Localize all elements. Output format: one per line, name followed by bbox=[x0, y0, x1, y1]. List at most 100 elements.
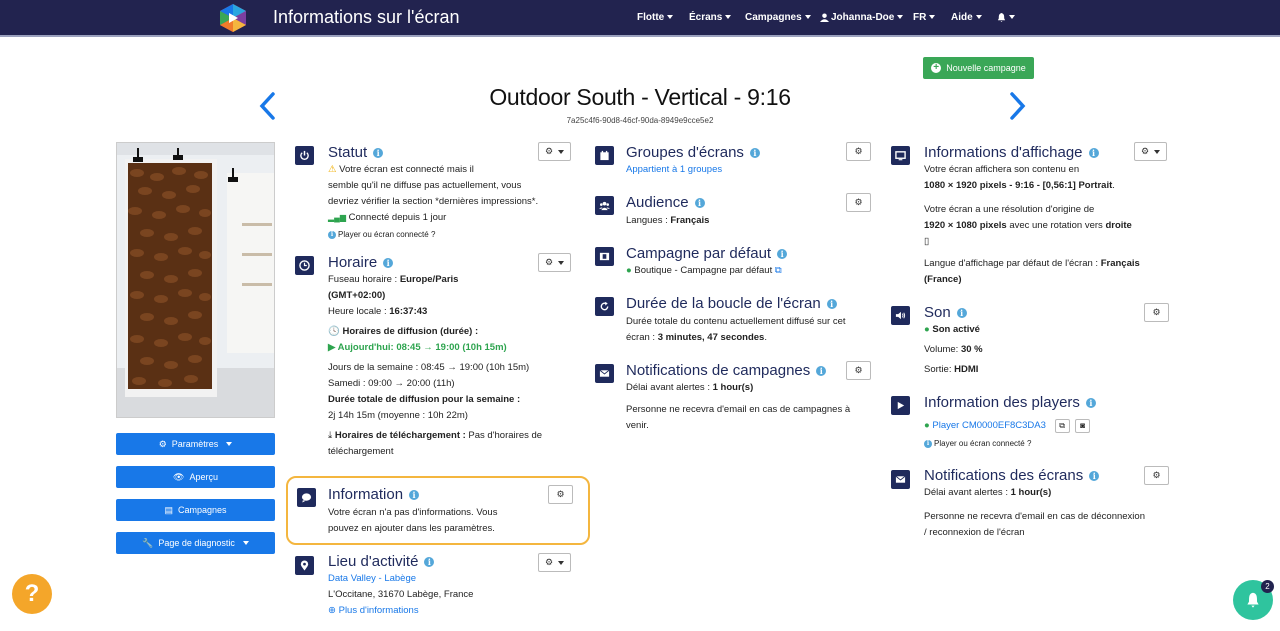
screen-name: Outdoor South - Vertical - 9:16 bbox=[489, 84, 791, 110]
gears-icon: ⚙ bbox=[556, 489, 565, 499]
nav-campaigns[interactable]: Campagnes bbox=[745, 12, 811, 23]
info-icon[interactable]: i bbox=[373, 148, 384, 159]
display-details: Votre écran affichera son contenu en 108… bbox=[924, 162, 1174, 288]
gears-icon: ⚙ bbox=[1140, 146, 1150, 156]
nav-notifications[interactable] bbox=[997, 12, 1015, 23]
info-icon[interactable]: i bbox=[749, 148, 760, 159]
chevron-down-icon bbox=[897, 15, 904, 20]
info-icon[interactable]: i bbox=[816, 366, 827, 377]
next-screen-arrow[interactable] bbox=[1005, 88, 1029, 124]
connection-status: Connecté depuis 1 jour bbox=[348, 212, 447, 223]
nav-screens[interactable]: Écrans bbox=[689, 12, 732, 23]
film-icon bbox=[595, 247, 614, 266]
chat-icon bbox=[297, 488, 316, 507]
notif-screens-settings-button[interactable]: ⚙ bbox=[1144, 466, 1169, 485]
groupes-title: Groupes d'écrans i bbox=[626, 144, 760, 161]
chevron-down-icon bbox=[242, 541, 249, 545]
settings-button[interactable]: ⚙ Paramètres bbox=[116, 433, 275, 455]
notif-campaigns-settings-button[interactable]: ⚙ bbox=[846, 361, 871, 380]
gears-icon: ⚙ bbox=[544, 257, 554, 267]
gears-icon: ⚙ bbox=[854, 365, 863, 375]
copy-icon[interactable]: ⧉ bbox=[1054, 419, 1070, 433]
audience-settings-button[interactable]: ⚙ bbox=[846, 193, 871, 212]
info-icon: i bbox=[924, 439, 932, 448]
status-dot-icon: ● bbox=[924, 420, 930, 431]
new-campaign-button[interactable]: + Nouvelle campagne bbox=[923, 57, 1034, 79]
information-settings-button[interactable]: ⚙ bbox=[548, 485, 573, 504]
notif-campaigns-title: Notifications de campagnes i bbox=[626, 362, 827, 379]
chevron-down-icon bbox=[558, 560, 565, 565]
envelope-icon bbox=[595, 364, 614, 383]
screen-uuid: 7a25c4f6-90d8-46cf-90da-8949e9cce5e2 bbox=[566, 116, 714, 125]
chevron-down-icon bbox=[667, 15, 674, 20]
app-logo[interactable] bbox=[220, 4, 246, 32]
nav-fleet[interactable]: Flotte bbox=[637, 12, 674, 23]
info-icon[interactable]: i bbox=[409, 490, 420, 501]
info-icon[interactable]: i bbox=[777, 249, 788, 260]
gears-icon: ⚙ bbox=[854, 197, 863, 207]
info-icon: i bbox=[328, 230, 336, 239]
info-icon[interactable]: i bbox=[956, 308, 967, 319]
notifications-count-badge: 2 bbox=[1261, 580, 1274, 593]
notif-screens-title: Notifications des écrans i bbox=[924, 467, 1100, 484]
chevron-down-icon bbox=[558, 149, 565, 154]
previous-screen-arrow[interactable] bbox=[256, 88, 280, 124]
info-icon[interactable]: i bbox=[424, 557, 435, 568]
nav-help[interactable]: Aide bbox=[951, 12, 982, 23]
monitor-icon bbox=[891, 146, 910, 165]
gears-icon: ⚙ bbox=[158, 438, 167, 449]
users-icon bbox=[595, 196, 614, 215]
player-help-link[interactable]: i Player ou écran connecté ? bbox=[924, 436, 1031, 452]
clock-icon bbox=[295, 256, 314, 275]
help-button[interactable]: ? bbox=[12, 574, 52, 614]
statut-message: ⚠ Votre écran est connecté mais il sembl… bbox=[328, 164, 539, 223]
son-settings-button[interactable]: ⚙ bbox=[1144, 303, 1169, 322]
campaigns-button[interactable]: ▤ Campagnes bbox=[116, 499, 275, 521]
nav-language[interactable]: FR bbox=[913, 12, 936, 23]
diagnostic-button[interactable]: 🔧 Page de diagnostic bbox=[116, 532, 275, 554]
chevron-down-icon bbox=[975, 15, 982, 20]
loop-title: Durée de la boucle de l'écran i bbox=[626, 295, 837, 312]
info-icon[interactable]: i bbox=[383, 258, 394, 269]
info-icon[interactable]: i bbox=[1089, 471, 1100, 482]
player-row: ● Player CM0000EF8C3DA3 ⧉ ◙ bbox=[924, 418, 1174, 434]
info-icon[interactable]: i bbox=[1085, 398, 1096, 409]
player-link[interactable]: Player CM0000EF8C3DA3 bbox=[932, 420, 1046, 431]
more-info-link[interactable]: ⊕ Plus d'informations bbox=[328, 603, 578, 619]
statut-settings-dropdown[interactable]: ⚙ bbox=[538, 142, 571, 161]
groupes-settings-button[interactable]: ⚙ bbox=[846, 142, 871, 161]
chevron-down-icon bbox=[1154, 149, 1161, 154]
rotation-icon: ▯ bbox=[924, 236, 930, 247]
nav-user[interactable]: Johanna-Doe bbox=[820, 12, 904, 23]
connection-help-link[interactable]: i Player ou écran connecté ? bbox=[328, 227, 435, 243]
gears-icon: ⚙ bbox=[544, 557, 554, 567]
horaire-settings-dropdown[interactable]: ⚙ bbox=[538, 253, 571, 272]
default-campaign-value: ● Boutique - Campagne par défaut ⧉ bbox=[626, 265, 782, 276]
chevron-down-icon bbox=[1009, 15, 1015, 20]
gears-icon: ⚙ bbox=[1152, 470, 1161, 480]
signal-icon: ▂▄▆ bbox=[328, 213, 346, 222]
lieu-details: Data Valley - Labège L'Occitane, 31670 L… bbox=[328, 571, 578, 619]
chevron-down-icon bbox=[725, 15, 732, 20]
camera-icon[interactable]: ◙ bbox=[1075, 419, 1091, 433]
user-icon bbox=[820, 13, 829, 22]
audience-title: Audience i bbox=[626, 194, 705, 211]
groups-link[interactable]: Appartient à 1 groupes bbox=[626, 162, 722, 178]
eye-icon: 👁 bbox=[173, 471, 185, 482]
place-link[interactable]: Data Valley - Labège bbox=[328, 571, 578, 587]
external-link-icon[interactable]: ⧉ bbox=[775, 265, 782, 276]
info-icon[interactable]: i bbox=[826, 299, 837, 310]
default-campaign-title: Campagne par défaut i bbox=[626, 245, 788, 262]
calendar-icon bbox=[595, 146, 614, 165]
son-title: Son i bbox=[924, 304, 967, 321]
display-settings-dropdown[interactable]: ⚙ bbox=[1134, 142, 1167, 161]
chevron-down-icon bbox=[558, 260, 565, 265]
info-icon[interactable]: i bbox=[1088, 148, 1099, 159]
preview-button[interactable]: 👁 Aperçu bbox=[116, 466, 275, 488]
check-circle-icon: ● bbox=[924, 324, 930, 335]
play-icon: ▶ bbox=[328, 342, 336, 353]
screen-preview-image bbox=[116, 142, 275, 418]
refresh-icon bbox=[595, 297, 614, 316]
lieu-settings-dropdown[interactable]: ⚙ bbox=[538, 553, 571, 572]
info-icon[interactable]: i bbox=[694, 198, 705, 209]
